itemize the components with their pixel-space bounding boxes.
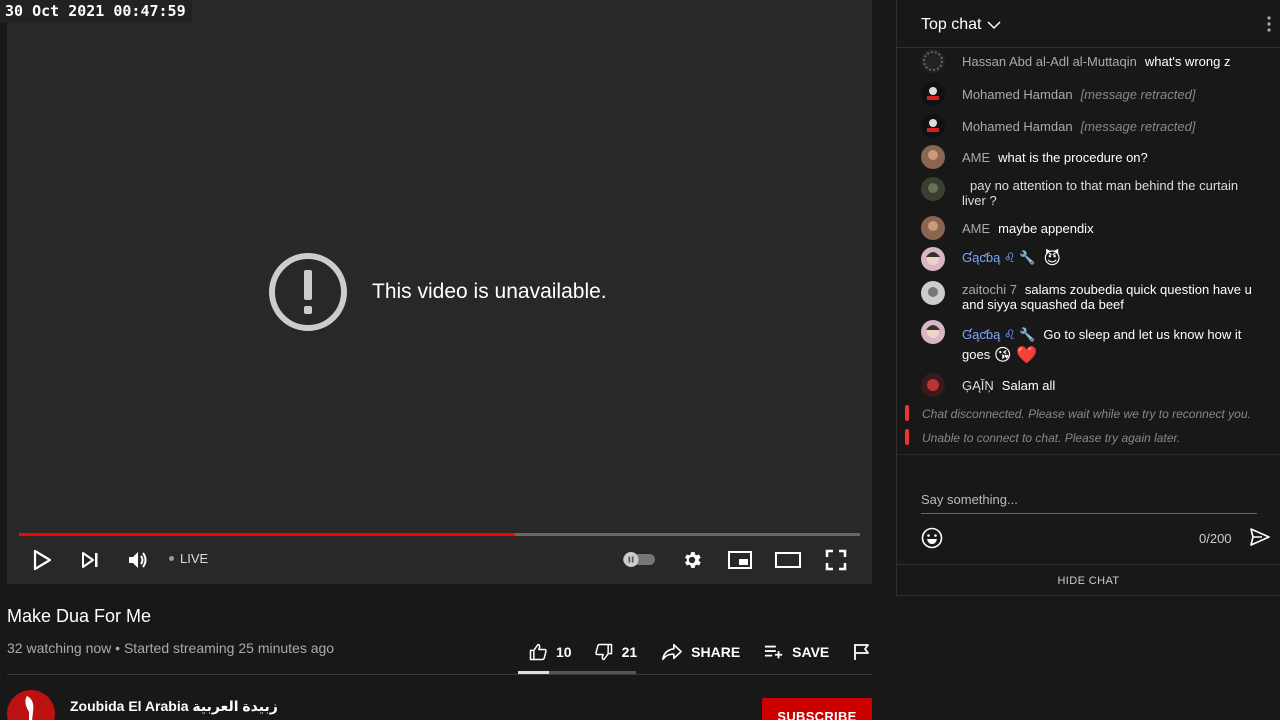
user-avatar[interactable] bbox=[921, 114, 945, 138]
subscribe-button[interactable]: SUBSCRIBE bbox=[762, 698, 872, 720]
live-label: LIVE bbox=[180, 551, 209, 566]
theater-icon bbox=[775, 552, 801, 568]
progress-fill bbox=[19, 533, 516, 536]
message-author[interactable]: Ɠąƈɓą ♌ 🔧 bbox=[962, 250, 1035, 265]
error-bar bbox=[905, 429, 909, 445]
next-button[interactable] bbox=[77, 547, 103, 573]
message-author[interactable]: Mohamed Hamdan bbox=[962, 87, 1073, 102]
channel-name[interactable]: Zoubida El Arabia زبيدة العربية bbox=[70, 698, 278, 715]
dislike-button[interactable]: 21 bbox=[594, 642, 638, 662]
message-emojis: 😘 ❤️ bbox=[993, 345, 1038, 365]
save-label: SAVE bbox=[792, 644, 830, 660]
video-title: Make Dua For Me bbox=[7, 606, 152, 626]
gear-icon bbox=[685, 552, 701, 568]
video-player[interactable]: This video is unavailable. LIVE bbox=[7, 0, 872, 584]
autoplay-toggle[interactable] bbox=[623, 552, 655, 567]
channel-avatar[interactable] bbox=[7, 690, 55, 720]
message-text: [message retracted] bbox=[1080, 87, 1196, 102]
chat-header: Top chat bbox=[897, 0, 1280, 48]
message-text: maybe appendix bbox=[998, 221, 1094, 236]
share-button[interactable]: SHARE bbox=[661, 642, 740, 662]
char-counter: 0/200 bbox=[1199, 531, 1232, 546]
progress-bar[interactable] bbox=[19, 533, 860, 536]
fullscreen-button[interactable] bbox=[823, 547, 849, 573]
system-message: Unable to connect to chat. Please try ag… bbox=[905, 429, 1275, 445]
message-author[interactable]: Ɠąƈɓą ♌ 🔧 bbox=[962, 327, 1035, 342]
message-author[interactable]: AME bbox=[962, 221, 990, 236]
live-chat: Top chat Hassan Abd al-Adl al-Muttaqin wh… bbox=[896, 0, 1280, 596]
user-avatar[interactable] bbox=[921, 320, 945, 344]
message-author[interactable]: zaitochi 7 bbox=[962, 282, 1017, 297]
message-text: 😈 bbox=[1043, 249, 1062, 269]
video-actions: 10 21 SHARE SAVE bbox=[518, 636, 879, 668]
user-avatar[interactable] bbox=[921, 177, 945, 201]
user-avatar[interactable] bbox=[921, 49, 945, 73]
message-text: what's wrong z bbox=[1144, 54, 1231, 69]
message-text: [message retracted] bbox=[1080, 119, 1196, 134]
flag-icon bbox=[854, 644, 870, 660]
theater-mode-button[interactable] bbox=[775, 547, 801, 573]
chat-input-wrapper bbox=[921, 492, 1257, 514]
alert-icon bbox=[269, 253, 347, 331]
thumbs-down-icon bbox=[594, 643, 612, 661]
like-button[interactable]: 10 bbox=[528, 642, 572, 662]
user-avatar[interactable] bbox=[921, 247, 945, 271]
user-avatar[interactable] bbox=[921, 216, 945, 240]
user-avatar[interactable] bbox=[921, 373, 945, 397]
message-author[interactable]: AME bbox=[962, 150, 990, 165]
user-avatar[interactable] bbox=[921, 145, 945, 169]
divider bbox=[7, 674, 872, 675]
chat-mode-label: Top chat bbox=[921, 16, 982, 33]
live-indicator[interactable]: LIVE bbox=[169, 551, 208, 566]
live-dot bbox=[169, 556, 174, 561]
play-button[interactable] bbox=[29, 547, 55, 573]
miniplayer-button[interactable] bbox=[727, 547, 753, 573]
fullscreen-icon bbox=[825, 549, 847, 571]
message-text: pay no attention to that man behind the … bbox=[962, 178, 1239, 208]
player-controls: LIVE bbox=[7, 540, 872, 580]
message-author[interactable]: Hassan Abd al-Adl al-Muttaqin bbox=[962, 54, 1137, 69]
system-message: Chat disconnected. Please wait while we … bbox=[905, 405, 1275, 421]
more-options-icon[interactable] bbox=[1266, 16, 1272, 32]
share-label: SHARE bbox=[691, 644, 741, 660]
share-icon bbox=[662, 643, 683, 661]
user-avatar[interactable] bbox=[921, 82, 945, 106]
skip-next-icon bbox=[82, 552, 98, 568]
chat-mode-selector[interactable]: Top chat bbox=[921, 16, 1003, 34]
volume-button[interactable] bbox=[125, 547, 151, 573]
youtube-watch-page: 30 Oct 2021 00:47:59 This video is unava… bbox=[0, 0, 1280, 720]
chat-input[interactable] bbox=[921, 492, 1257, 507]
play-icon bbox=[33, 549, 52, 571]
message-author[interactable]: Mohamed Hamdan bbox=[962, 119, 1073, 134]
system-message-text: Chat disconnected. Please wait while we … bbox=[922, 407, 1251, 421]
save-button[interactable]: SAVE bbox=[764, 643, 829, 661]
chat-input-area: 0/200 bbox=[897, 454, 1280, 564]
timestamp-overlay: 30 Oct 2021 00:47:59 bbox=[0, 0, 192, 23]
channel-logo-icon bbox=[25, 696, 34, 720]
send-icon[interactable] bbox=[1250, 528, 1270, 546]
error-bar bbox=[905, 405, 909, 421]
like-count: 10 bbox=[556, 644, 572, 660]
message-text: what is the procedure on? bbox=[998, 150, 1148, 165]
dislike-count: 21 bbox=[621, 644, 638, 660]
playlist-add-icon bbox=[765, 645, 783, 659]
chevron-down-icon bbox=[987, 21, 1002, 30]
report-button[interactable] bbox=[853, 643, 879, 661]
chat-message-list[interactable]: Hassan Abd al-Adl al-Muttaqin what's wron… bbox=[897, 48, 1280, 454]
unavailable-message: This video is unavailable. bbox=[372, 280, 607, 303]
miniplayer-icon bbox=[728, 551, 752, 569]
volume-icon bbox=[129, 552, 147, 568]
emoji-picker-icon[interactable] bbox=[921, 527, 943, 549]
user-avatar[interactable] bbox=[921, 281, 945, 305]
settings-button[interactable] bbox=[679, 547, 705, 573]
video-meta: 32 watching now • Started streaming 25 m… bbox=[7, 640, 335, 656]
thumbs-up-icon bbox=[529, 643, 547, 661]
system-message-text: Unable to connect to chat. Please try ag… bbox=[922, 431, 1181, 445]
unavailable-notice: This video is unavailable. bbox=[268, 252, 607, 332]
hide-chat-button[interactable]: HIDE CHAT bbox=[897, 564, 1280, 595]
message-author[interactable]: ĢĄĬŅ bbox=[962, 378, 994, 393]
message-text: Salam all bbox=[1001, 378, 1056, 393]
